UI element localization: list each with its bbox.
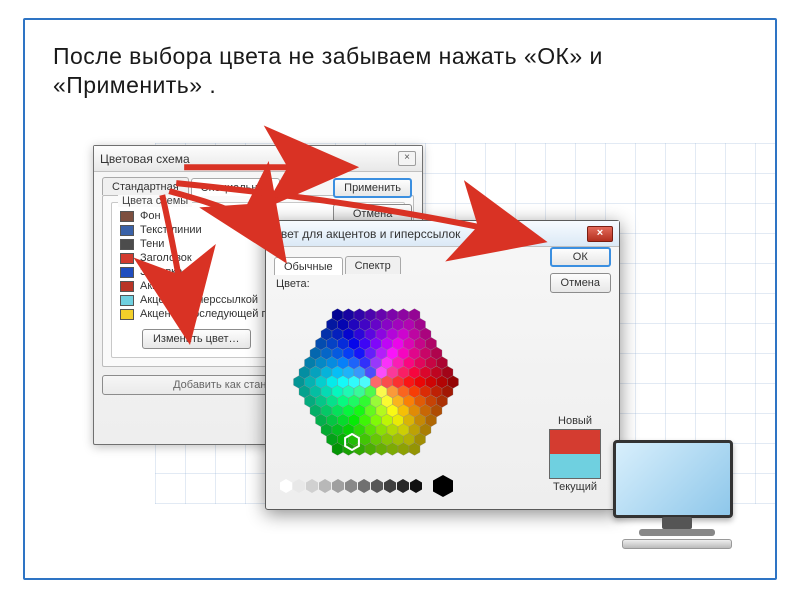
dialog-title: Цвет для акцентов и гиперссылок	[272, 227, 460, 241]
tab-standard[interactable]: Стандартная	[102, 177, 189, 195]
tab-spectrum[interactable]: Спектр	[345, 256, 401, 274]
tab-custom[interactable]: Специальная	[191, 178, 280, 196]
color-swatch	[120, 211, 134, 222]
scheme-color-label: Тени	[140, 238, 164, 250]
dialog-titlebar[interactable]: Цветовая схема ×	[94, 146, 422, 172]
scheme-color-label: Акцент	[140, 280, 176, 292]
scheme-color-label: Фон	[140, 210, 161, 222]
scheme-color-label: Текст/линии	[140, 224, 202, 236]
instruction-text: После выбора цвета не забываем нажать «О…	[53, 42, 747, 100]
close-icon[interactable]: ×	[587, 226, 613, 242]
hexagon-color-picker[interactable]	[276, 294, 476, 469]
new-label: Новый	[543, 415, 607, 427]
color-preview: Новый Текущий	[543, 413, 607, 495]
scheme-color-label: Заливка	[140, 266, 182, 278]
ok-button[interactable]: ОК	[550, 247, 611, 267]
dialog-titlebar[interactable]: Цвет для акцентов и гиперссылок ×	[266, 221, 619, 247]
color-swatch	[120, 253, 134, 264]
apply-button[interactable]: Применить	[333, 178, 412, 198]
tab-normal[interactable]: Обычные	[274, 257, 343, 275]
scheme-color-label: Заголовок	[140, 252, 192, 264]
color-swatch	[120, 309, 134, 320]
color-swatch	[120, 239, 134, 250]
color-swatch	[120, 295, 134, 306]
current-color-swatch	[550, 454, 600, 478]
new-color-swatch	[550, 430, 600, 454]
color-picker-dialog: Цвет для акцентов и гиперссылок × Обычны…	[265, 220, 620, 510]
close-icon[interactable]: ×	[398, 151, 416, 166]
scheme-color-label: Акцент с гиперссылкой	[140, 294, 258, 306]
change-color-button[interactable]: Изменить цвет…	[142, 329, 251, 349]
cancel-button[interactable]: Отмена	[550, 273, 611, 293]
slide-frame: После выбора цвета не забываем нажать «О…	[23, 18, 777, 580]
color-swatch	[120, 267, 134, 278]
dialog-title: Цветовая схема	[100, 152, 190, 166]
monitor-clipart	[613, 440, 741, 552]
color-swatch	[120, 281, 134, 292]
group-title: Цвета схемы	[118, 195, 192, 207]
current-label: Текущий	[543, 481, 607, 493]
color-swatch	[120, 225, 134, 236]
